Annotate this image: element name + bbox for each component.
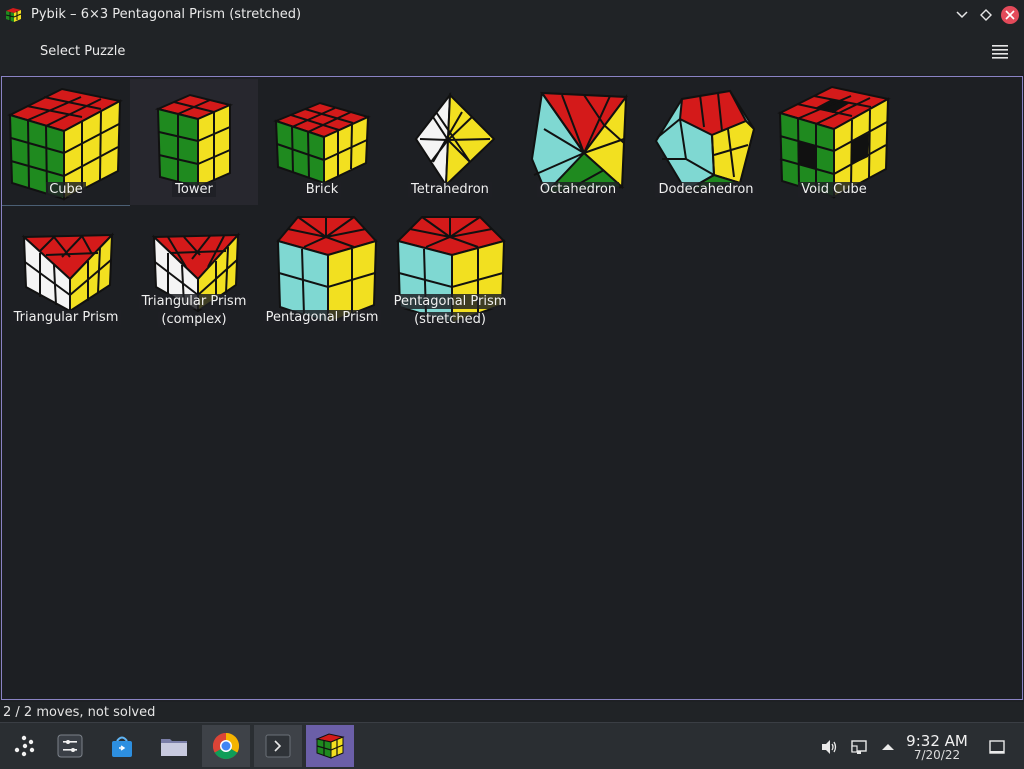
puzzle-tile-tetrahedron[interactable]: Tetrahedron	[386, 79, 514, 205]
volume-icon[interactable]	[820, 738, 838, 756]
terminal-taskbar-button[interactable]	[254, 725, 302, 767]
puzzle-label-line2: (complex)	[130, 311, 258, 329]
puzzle-label: Triangular Prism	[2, 309, 130, 327]
pybik-icon	[315, 733, 345, 759]
network-icon[interactable]	[850, 738, 868, 756]
taskbar: 9:32 AM 7/20/22	[0, 722, 1024, 769]
tray-expand-arrow-icon[interactable]	[879, 738, 897, 756]
show-desktop-icon[interactable]	[988, 738, 1006, 756]
puzzle-label: Pentagonal Prism	[258, 309, 386, 327]
puzzle-label: Void Cube	[770, 181, 898, 199]
puzzle-tile-tower[interactable]: Tower	[130, 79, 258, 205]
pybik-app-icon	[5, 8, 22, 22]
hamburger-menu-icon[interactable]	[990, 43, 1010, 61]
status-bar: 2 / 2 moves, not solved	[0, 702, 1024, 722]
window-title: Pybik – 6×3 Pentagonal Prism (stretched)	[31, 7, 302, 22]
system-settings-button[interactable]	[46, 725, 94, 767]
puzzle-label: Tetrahedron	[386, 181, 514, 199]
puzzle-grid: Cube Tower Brick Tetrahedron Octahedron …	[1, 76, 1023, 700]
discover-store-icon	[112, 736, 132, 757]
puzzle-label: Dodecahedron	[642, 181, 770, 199]
puzzle-label: Pentagonal Prism	[386, 293, 514, 311]
puzzle-label: Triangular Prism	[130, 293, 258, 311]
puzzle-tile-octahedron[interactable]: Octahedron	[514, 79, 642, 205]
puzzle-label-line2: (stretched)	[386, 311, 514, 329]
chrome-taskbar-button[interactable]	[202, 725, 250, 767]
chevron-down-icon	[956, 11, 968, 19]
puzzle-label: Octahedron	[514, 181, 642, 199]
app-launcher-button[interactable]	[0, 725, 48, 767]
file-manager-button[interactable]	[150, 725, 198, 767]
close-icon	[1005, 10, 1015, 20]
minimize-button[interactable]	[953, 6, 971, 24]
discover-store-button[interactable]	[98, 725, 146, 767]
puzzle-label: Tower	[130, 181, 258, 199]
folder-icon	[161, 739, 187, 756]
puzzle-tile-dodecahedron[interactable]: Dodecahedron	[642, 79, 770, 205]
puzzle-label: Cube	[2, 181, 130, 199]
move-status: 2 / 2 moves, not solved	[3, 705, 156, 720]
app-launcher-icon	[14, 735, 35, 757]
puzzle-tile-triangular-prism[interactable]: Triangular Prism	[2, 207, 130, 333]
clock-date[interactable]: 7/20/22	[899, 748, 975, 762]
header: Select Puzzle	[0, 30, 1024, 74]
maximize-button[interactable]	[977, 6, 995, 24]
title-bar: Pybik – 6×3 Pentagonal Prism (stretched)	[0, 0, 1024, 30]
diamond-icon	[980, 9, 992, 21]
terminal-icon	[265, 734, 291, 758]
puzzle-tile-pentagonal-prism[interactable]: Pentagonal Prism	[258, 207, 386, 333]
puzzle-tile-pentagonal-prism-stretched[interactable]: Pentagonal Prism (stretched)	[386, 207, 514, 333]
puzzle-tile-triangular-prism-complex[interactable]: Triangular Prism (complex)	[130, 207, 258, 333]
page-title: Select Puzzle	[40, 44, 126, 59]
puzzle-label: Brick	[258, 181, 386, 199]
close-button[interactable]	[1001, 6, 1019, 24]
chrome-icon	[212, 732, 240, 760]
pybik-taskbar-button[interactable]	[306, 725, 354, 767]
system-settings-icon	[57, 734, 83, 758]
puzzle-tile-brick[interactable]: Brick	[258, 79, 386, 205]
puzzle-tile-void-cube[interactable]: Void Cube	[770, 79, 898, 205]
puzzle-tile-cube[interactable]: Cube	[2, 79, 130, 206]
